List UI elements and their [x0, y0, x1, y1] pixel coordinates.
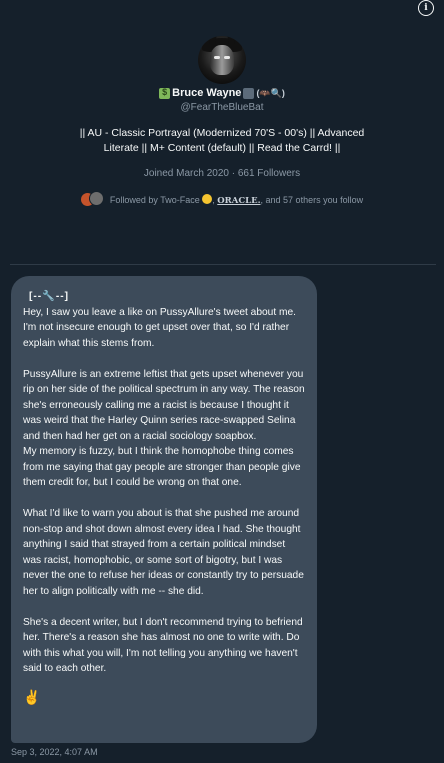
display-name: Bruce Wayne — [172, 87, 242, 99]
profile-handle[interactable]: @FearTheBlueBat — [0, 102, 444, 113]
follower-avatars[interactable] — [80, 191, 104, 208]
bank-emoji-icon — [243, 87, 255, 99]
coin-emoji-icon — [202, 193, 213, 204]
divider — [10, 264, 436, 265]
name-suffix: (🦇🔍) — [256, 87, 285, 98]
joined-followers: Joined March 2020 · 661 Followers — [143, 168, 301, 179]
message-paragraph: My memory is fuzzy, but I think the homo… — [23, 446, 301, 488]
followed-by-row[interactable]: Followed by Two-Face , ORACLE., and 57 o… — [0, 191, 444, 208]
profile-bio: || AU - Classic Portrayal (Modernized 70… — [79, 127, 365, 154]
message-bubble[interactable]: [--🔧--] Hey, I saw you leave a like on P… — [11, 276, 317, 743]
message-header: [--🔧--] — [29, 291, 70, 302]
followed-by-oracle[interactable]: ORACLE. — [217, 196, 260, 206]
message-paragraph: Hey, I saw you leave a like on PussyAllu… — [23, 306, 296, 349]
message-paragraph: She's a decent writer, but I don't recom… — [23, 616, 303, 675]
money-emoji-icon — [159, 87, 171, 99]
follower-avatar — [88, 191, 104, 206]
message-paragraph: What I'd like to warn you about is that … — [23, 508, 304, 597]
profile-header: Bruce Wayne (🦇🔍) @FearTheBlueBat || AU -… — [0, 36, 444, 208]
info-icon[interactable]: i — [418, 0, 434, 16]
display-name-row[interactable]: Bruce Wayne (🦇🔍) — [0, 87, 444, 99]
message-paragraph: PussyAllure is an extreme leftist that g… — [23, 368, 305, 442]
message-timestamp: Sep 3, 2022, 4:07 AM — [11, 747, 98, 757]
followed-by-suffix: , and 57 others you follow — [260, 194, 364, 205]
profile-avatar[interactable] — [198, 36, 246, 84]
followed-by-prefix: Followed by Two-Face — [109, 194, 200, 205]
peace-emoji-icon: ✌️ — [23, 688, 41, 705]
